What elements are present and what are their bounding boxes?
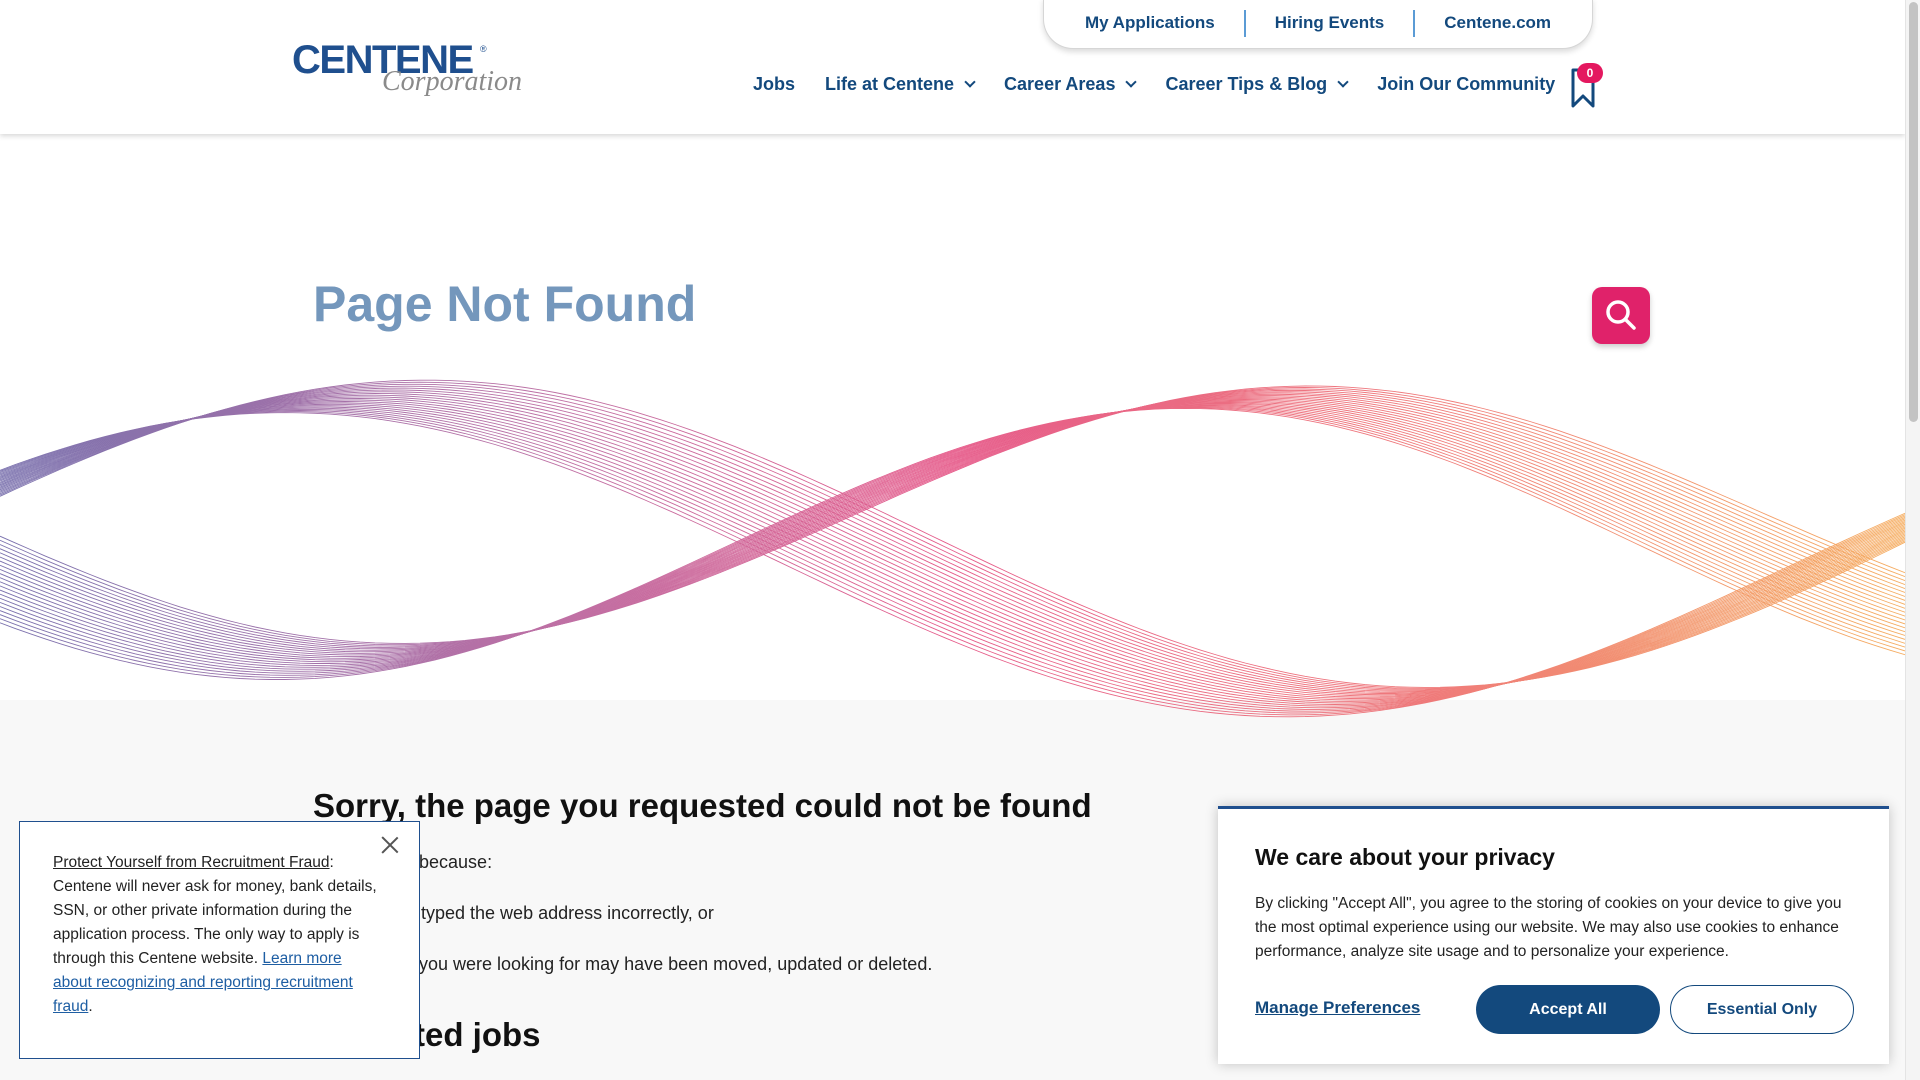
chevron-down-icon xyxy=(964,76,976,88)
nav-item-career-areas[interactable]: Career Areas xyxy=(1004,74,1138,95)
close-icon[interactable] xyxy=(378,833,402,857)
wave-line xyxy=(0,399,1905,661)
wave-line xyxy=(0,402,1905,666)
page-scrollbar[interactable] xyxy=(1905,0,1920,1080)
site-header: CENTENE ® Corporation My Applications Hi… xyxy=(0,0,1905,134)
decorative-wave-graphic xyxy=(0,379,1905,718)
wave-line xyxy=(0,395,1905,654)
scrollbar-thumb[interactable] xyxy=(1909,2,1918,422)
nav-item-label: Career Tips & Blog xyxy=(1165,74,1328,94)
wave-line xyxy=(0,404,1905,670)
wave-line xyxy=(0,392,1905,651)
nav-item-join-our-community[interactable]: Join Our Community xyxy=(1377,74,1555,95)
reason-item: typed the web address incorrectly, or xyxy=(421,903,714,923)
wave-line xyxy=(0,405,1905,707)
nav-item-label: Career Areas xyxy=(1004,74,1116,94)
chevron-down-icon xyxy=(1337,76,1349,88)
nav-item-label: Jobs xyxy=(753,74,796,94)
logo-registered-mark: ® xyxy=(480,44,487,54)
suggested-jobs-heading: ted jobs xyxy=(414,1016,541,1053)
search-button[interactable] xyxy=(1592,287,1650,344)
reason-item: you were looking for may have been moved… xyxy=(419,954,933,974)
fraud-notice-title: Protect Yourself from Recruitment Fraud xyxy=(53,854,330,871)
search-icon xyxy=(1606,300,1636,330)
manage-preferences-link[interactable]: Manage Preferences xyxy=(1255,998,1420,1018)
page-title: Page Not Found xyxy=(313,276,697,332)
logo-subtitle: Corporation xyxy=(382,66,523,97)
essential-only-button[interactable]: Essential Only xyxy=(1670,985,1854,1034)
saved-jobs-count-badge: 0 xyxy=(1577,63,1603,83)
wave-line xyxy=(0,407,1905,680)
nav-item-label: Life at Centene xyxy=(825,74,955,94)
wave-line xyxy=(0,407,1905,678)
utility-nav: My Applications Hiring Events Centene.co… xyxy=(1043,0,1593,49)
chevron-down-icon xyxy=(1125,76,1138,88)
hiring-events-link[interactable]: Hiring Events xyxy=(1246,10,1414,36)
cookie-consent-banner: We care about your privacy By clicking "… xyxy=(1218,806,1889,1064)
main-nav: Jobs Life at Centene Career Areas Career… xyxy=(753,74,1555,95)
fraud-notice-text: Protect Yourself from Recruitment Fraud:… xyxy=(53,851,383,1019)
my-applications-link[interactable]: My Applications xyxy=(1056,10,1244,36)
wave-line xyxy=(0,398,1905,659)
wave-line xyxy=(0,391,1905,650)
cookie-title: We care about your privacy xyxy=(1255,844,1555,870)
centene-com-link[interactable]: Centene.com xyxy=(1415,10,1580,36)
nav-item-life-at-centene[interactable]: Life at Centene xyxy=(825,74,976,95)
wave-line xyxy=(0,388,1905,647)
cookie-body: By clicking "Accept All", you agree to t… xyxy=(1255,895,1842,960)
nav-item-career-tips-blog[interactable]: Career Tips & Blog xyxy=(1165,74,1349,95)
nav-item-label: Join Our Community xyxy=(1377,74,1556,94)
accept-all-button[interactable]: Accept All xyxy=(1476,985,1660,1034)
wave-line xyxy=(0,389,1905,648)
wave-line xyxy=(0,396,1905,656)
wave-line xyxy=(0,405,1905,672)
error-heading: Sorry, the page you requested could not … xyxy=(313,787,1092,824)
nav-item-jobs[interactable]: Jobs xyxy=(753,74,795,95)
wave-line xyxy=(0,401,1905,664)
fraud-notice-end: . xyxy=(88,998,93,1015)
recruitment-fraud-notice: Protect Yourself from Recruitment Fraud:… xyxy=(19,821,420,1059)
wave-line xyxy=(0,393,1905,653)
centene-logo[interactable]: CENTENE ® Corporation xyxy=(292,40,522,98)
